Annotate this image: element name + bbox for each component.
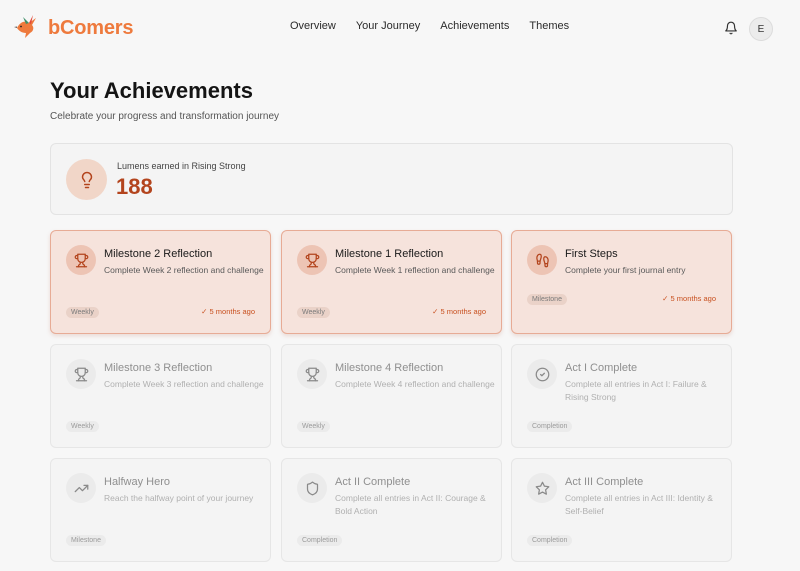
trophy-icon (297, 359, 327, 389)
achievement-category-badge: Milestone (527, 294, 567, 305)
achievement-card-act-1[interactable]: Act I Complete Complete all entries in A… (511, 344, 732, 448)
achievement-description: Complete all entries in Act II: Courage … (335, 493, 486, 516)
achievement-card-milestone-3[interactable]: Milestone 3 Reflection Complete Week 3 r… (50, 344, 271, 448)
brand-name: bComers (48, 16, 134, 39)
main-nav: Overview Your Journey Achievements Theme… (290, 20, 569, 32)
lumens-summary-card: Lumens earned in Rising Strong 188 (50, 143, 733, 215)
achievement-title: Milestone 4 Reflection (335, 362, 444, 374)
bell-icon[interactable] (724, 21, 738, 35)
achievement-description: Reach the halfway point of your journey (104, 493, 254, 503)
achievement-title: Milestone 1 Reflection (335, 248, 444, 260)
page-title: Your Achievements (50, 78, 253, 103)
achievement-category-badge: Completion (297, 535, 343, 546)
lumens-label: Lumens earned in Rising Strong (117, 161, 246, 171)
achievement-category-badge: Completion (527, 535, 573, 546)
footprints-icon (527, 245, 557, 275)
nav-achievements[interactable]: Achievements (440, 20, 509, 32)
achievement-card-milestone-4[interactable]: Milestone 4 Reflection Complete Week 4 r… (281, 344, 502, 448)
user-avatar[interactable]: E (749, 17, 773, 41)
achievement-title: Milestone 3 Reflection (104, 362, 213, 374)
achievement-title: Milestone 2 Reflection (104, 248, 213, 260)
achievement-card-act-2[interactable]: Act II Complete Complete all entries in … (281, 458, 502, 562)
achievement-title: First Steps (565, 248, 618, 260)
achievement-category-badge: Weekly (297, 421, 330, 432)
achievement-title: Halfway Hero (104, 476, 171, 488)
trophy-icon (66, 245, 96, 275)
achievement-category-badge: Weekly (66, 421, 99, 432)
trophy-icon (66, 359, 96, 389)
page-subtitle: Celebrate your progress and transformati… (50, 111, 280, 122)
achievement-description: Complete your first journal entry (565, 265, 686, 275)
star-icon (527, 473, 557, 503)
achievement-description: Complete all entries in Act III: Identit… (565, 493, 713, 516)
achievement-card-milestone-1[interactable]: Milestone 1 Reflection Complete Week 1 r… (281, 230, 502, 334)
achievement-card-milestone-2[interactable]: Milestone 2 Reflection Complete Week 2 r… (50, 230, 271, 334)
achievement-card-halfway-hero[interactable]: Halfway Hero Reach the halfway point of … (50, 458, 271, 562)
achievement-earned-date: ✓ 5 months ago (432, 307, 486, 316)
achievement-earned-date: ✓ 5 months ago (201, 307, 255, 316)
achievement-earned-date: ✓ 5 months ago (662, 294, 716, 303)
achievement-card-act-3[interactable]: Act III Complete Complete all entries in… (511, 458, 732, 562)
top-navigation-bar: bComers Overview Your Journey Achievemen… (0, 0, 800, 56)
achievement-title: Act III Complete (565, 476, 644, 488)
achievement-category-badge: Weekly (297, 307, 330, 318)
achievement-description: Complete Week 1 reflection and challenge (335, 265, 495, 275)
achievement-description: Complete Week 2 reflection and challenge (104, 265, 264, 275)
achievement-category-badge: Completion (527, 421, 573, 432)
achievement-description: Complete Week 4 reflection and challenge (335, 379, 495, 389)
lightbulb-icon (66, 159, 107, 200)
hummingbird-logo-icon (14, 15, 36, 38)
achievement-title: Act II Complete (335, 476, 411, 488)
check-circle-icon (527, 359, 557, 389)
brand-logo-link[interactable]: bComers (14, 14, 133, 42)
lumens-value: 188 (116, 174, 153, 199)
achievement-card-first-steps[interactable]: First Steps Complete your first journal … (511, 230, 732, 334)
achievement-description: Complete all entries in Act I: Failure &… (565, 379, 707, 402)
achievement-category-badge: Milestone (66, 535, 106, 546)
achievement-description: Complete Week 3 reflection and challenge (104, 379, 264, 389)
achievement-title: Act I Complete (565, 362, 638, 374)
nav-themes[interactable]: Themes (529, 20, 569, 32)
nav-your-journey[interactable]: Your Journey (356, 20, 420, 32)
nav-overview[interactable]: Overview (290, 20, 336, 32)
shield-icon (297, 473, 327, 503)
trophy-icon (297, 245, 327, 275)
trending-up-icon (66, 473, 96, 503)
achievement-category-badge: Weekly (66, 307, 99, 318)
